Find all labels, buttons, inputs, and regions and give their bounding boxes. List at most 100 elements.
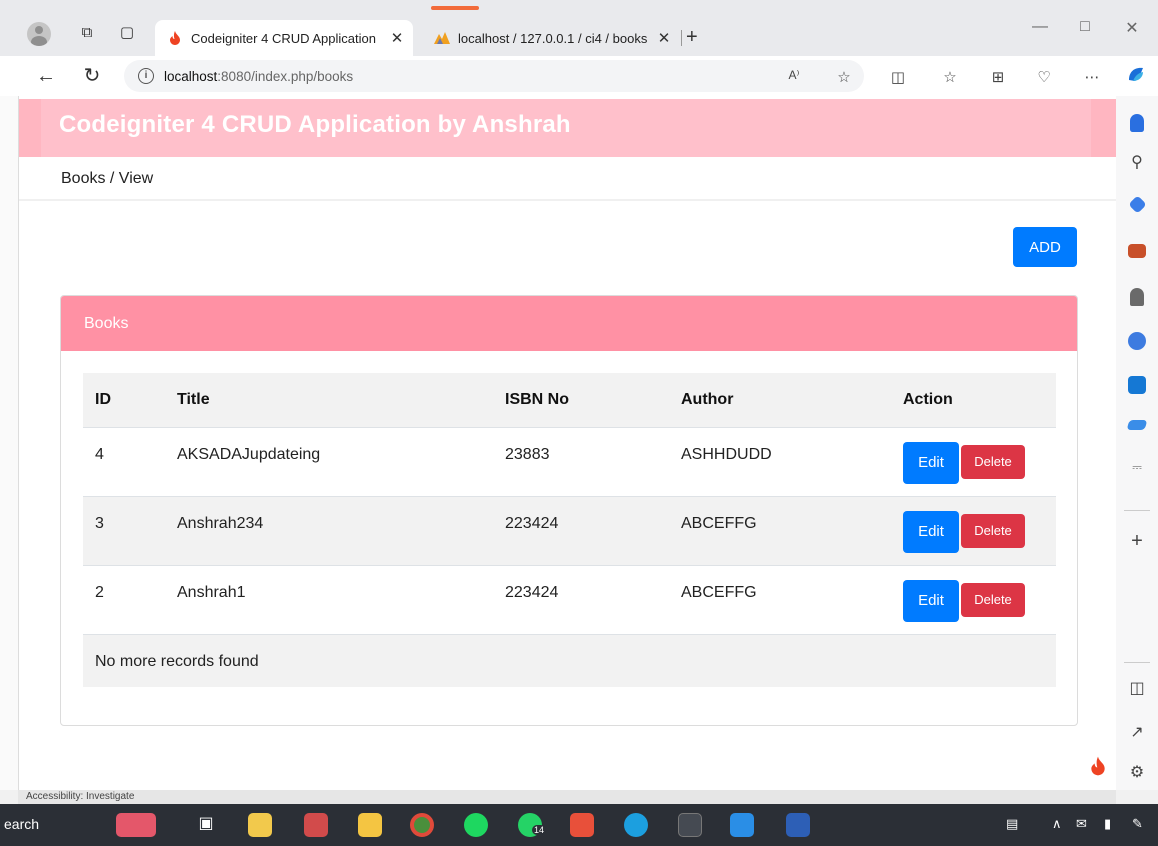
close-tab-icon[interactable]: ✕ bbox=[654, 29, 674, 47]
whatsapp-icon[interactable]: 14 bbox=[518, 813, 547, 837]
tab-divider bbox=[681, 30, 682, 46]
vscode-icon[interactable] bbox=[730, 813, 754, 837]
delete-button[interactable]: Delete bbox=[961, 444, 1025, 479]
cell-author: ABCEFFG bbox=[669, 564, 891, 634]
column-header-author: Author bbox=[669, 373, 891, 428]
cell-action: Edit Delete bbox=[891, 495, 1056, 565]
table-row: 3 Anshrah234 223424 ABCEFFG Edit Delete bbox=[83, 495, 1056, 565]
notification-count: 14 bbox=[532, 825, 547, 835]
cell-id: 3 bbox=[83, 495, 165, 565]
sidebar-toggle-icon[interactable]: ◫ bbox=[1127, 678, 1147, 698]
background-window-status: Accessibility: Investigate bbox=[18, 790, 1116, 804]
favorites-icon[interactable]: ☆ bbox=[940, 68, 960, 86]
no-more-records-text: No more records found bbox=[83, 633, 1056, 687]
codeigniter-flame-icon bbox=[167, 30, 183, 46]
collections-icon[interactable]: ⧉ bbox=[78, 24, 96, 42]
column-header-title: Title bbox=[165, 373, 493, 428]
show-hidden-icons[interactable]: ∧ bbox=[1052, 816, 1062, 832]
card-title: Books bbox=[84, 315, 129, 332]
search-icon[interactable]: ⚲ bbox=[1127, 152, 1147, 172]
left-window-strip bbox=[0, 96, 18, 790]
address-bar[interactable]: i localhost:8080/index.php/books bbox=[124, 60, 864, 92]
tab-phpmyadmin[interactable]: localhost / 127.0.0.1 / ci4 / books ✕ bbox=[422, 20, 680, 56]
close-window-icon[interactable]: ✕ bbox=[1112, 18, 1152, 42]
profile-avatar[interactable] bbox=[27, 22, 51, 46]
maximize-icon[interactable]: □ bbox=[1065, 18, 1105, 42]
tab-crud-app[interactable]: Codeigniter 4 CRUD Application ✕ bbox=[155, 20, 413, 56]
favorite-star-icon[interactable]: ☆ bbox=[834, 68, 854, 86]
volume-icon[interactable]: ▮ bbox=[1104, 816, 1111, 832]
cell-isbn: 23883 bbox=[493, 426, 669, 496]
column-header-id: ID bbox=[83, 373, 165, 428]
more-menu-icon[interactable]: ⋯ bbox=[1082, 68, 1102, 86]
tab-title: Codeigniter 4 CRUD Application bbox=[191, 30, 376, 46]
settings-gear-icon[interactable]: ⚙ bbox=[1127, 762, 1147, 782]
network-icon[interactable]: ✉ bbox=[1076, 816, 1087, 832]
outlook-icon[interactable] bbox=[1128, 376, 1146, 394]
breadcrumb: Books / View bbox=[61, 170, 154, 187]
no-more-records-row: No more records found bbox=[83, 633, 1056, 687]
add-icon[interactable]: + bbox=[1127, 530, 1147, 553]
chrome-icon[interactable] bbox=[410, 813, 434, 837]
file-explorer-icon[interactable] bbox=[358, 813, 382, 837]
cell-id: 2 bbox=[83, 564, 165, 634]
word-icon[interactable] bbox=[786, 813, 810, 837]
table-header-row: ID Title ISBN No Author Action bbox=[83, 373, 1056, 428]
external-link-icon[interactable]: ↗ bbox=[1127, 722, 1147, 742]
collections-add-icon[interactable]: ⊞ bbox=[988, 68, 1008, 86]
cell-action: Edit Delete bbox=[891, 564, 1056, 634]
edit-button[interactable]: Edit bbox=[903, 510, 959, 553]
terminal-icon[interactable] bbox=[678, 813, 702, 837]
copilot-icon[interactable] bbox=[1126, 64, 1146, 88]
drop-icon[interactable]: ⎓ bbox=[1127, 460, 1147, 475]
split-screen-icon[interactable]: ◫ bbox=[888, 68, 908, 86]
breadcrumb-divider bbox=[19, 199, 1116, 201]
sidebar-divider bbox=[1124, 662, 1150, 663]
ci-debug-toolbar-icon[interactable] bbox=[1085, 756, 1111, 782]
address-bar-row: ← ↻ i localhost:8080/index.php/books A⁾ … bbox=[0, 56, 1158, 96]
url-host: localhost bbox=[164, 68, 218, 84]
add-book-button[interactable]: ADD bbox=[1013, 227, 1077, 267]
edit-button[interactable]: Edit bbox=[903, 579, 959, 622]
microsoft365-icon[interactable] bbox=[1128, 332, 1146, 350]
news-icon[interactable]: ▤ bbox=[1006, 816, 1018, 832]
site-info-icon[interactable]: i bbox=[138, 68, 154, 84]
task-view-icon[interactable]: ▣ bbox=[194, 813, 218, 837]
widgets-icon[interactable] bbox=[116, 813, 156, 837]
xampp-icon[interactable] bbox=[570, 813, 594, 837]
cell-isbn: 223424 bbox=[493, 495, 669, 565]
app-header: Codeigniter 4 CRUD Application by Anshra… bbox=[19, 99, 1116, 157]
sidebar-divider bbox=[1124, 510, 1150, 511]
delete-button[interactable]: Delete bbox=[961, 513, 1025, 548]
cell-isbn: 223424 bbox=[493, 564, 669, 634]
power-bi-icon[interactable] bbox=[248, 813, 272, 837]
taskbar-search-label[interactable]: earch bbox=[4, 816, 39, 832]
close-tab-icon[interactable]: ✕ bbox=[387, 29, 407, 47]
cell-author: ASHHDUDD bbox=[669, 426, 891, 496]
cell-title: Anshrah1 bbox=[165, 564, 493, 634]
edit-button[interactable]: Edit bbox=[903, 441, 959, 484]
pen-icon[interactable]: ✎ bbox=[1132, 816, 1143, 832]
minimize-icon[interactable]: — bbox=[1020, 18, 1060, 42]
tools-briefcase-icon[interactable] bbox=[1128, 244, 1146, 258]
edge-icon[interactable] bbox=[624, 813, 648, 837]
phpmyadmin-icon bbox=[434, 30, 450, 46]
books-table: ID Title ISBN No Author Action 4 AKSADAJ… bbox=[83, 373, 1056, 687]
refresh-icon[interactable]: ↻ bbox=[80, 64, 104, 88]
cell-title: AKSADAJupdateing bbox=[165, 426, 493, 496]
browser-titlebar: ⧉ ▢ Codeigniter 4 CRUD Application ✕ loc… bbox=[0, 0, 1158, 56]
new-tab-icon[interactable]: + bbox=[686, 26, 698, 49]
games-icon[interactable] bbox=[1130, 288, 1144, 306]
delete-button[interactable]: Delete bbox=[961, 582, 1025, 617]
windows-taskbar: earch ▣ 14 ▤ ∧ ✉ ▮ ✎ bbox=[0, 804, 1158, 846]
bell-icon[interactable] bbox=[1130, 114, 1144, 132]
back-icon[interactable]: ← bbox=[34, 64, 58, 88]
browser-essentials-icon[interactable]: ♡ bbox=[1034, 68, 1054, 86]
send-icon[interactable] bbox=[1126, 420, 1148, 430]
shopping-tag-icon[interactable] bbox=[1128, 195, 1147, 214]
read-aloud-icon[interactable]: A⁾ bbox=[784, 68, 804, 82]
app-icon[interactable] bbox=[304, 813, 328, 837]
spotify-icon[interactable] bbox=[464, 813, 488, 837]
tab-actions-icon[interactable]: ▢ bbox=[118, 24, 136, 42]
tab-title: localhost / 127.0.0.1 / ci4 / books bbox=[458, 30, 648, 46]
